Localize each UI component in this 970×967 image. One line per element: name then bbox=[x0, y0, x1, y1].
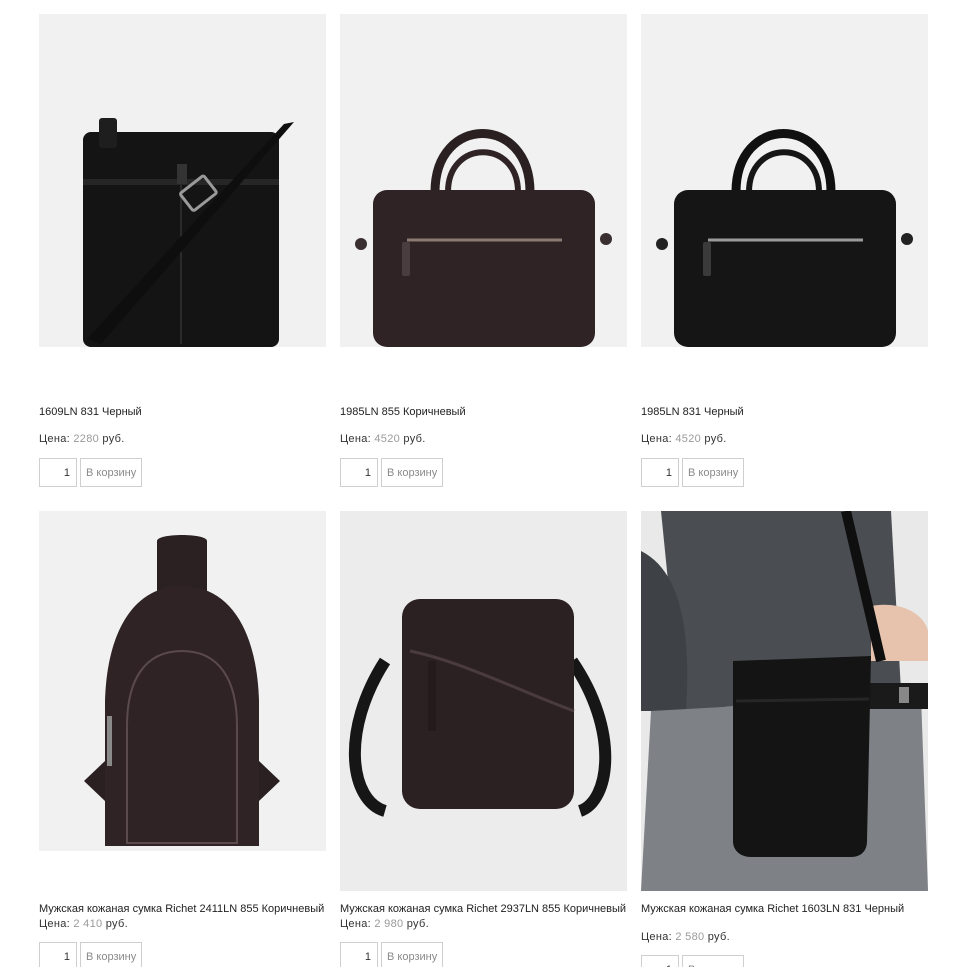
price-label: Цена: bbox=[641, 433, 673, 445]
price-value: 2 580 bbox=[675, 931, 705, 943]
bag-icon bbox=[641, 511, 928, 891]
product-card: 1985LN 831 Черный Цена: 4520 руб. В корз… bbox=[641, 14, 928, 487]
price-label: Цена: bbox=[39, 918, 71, 930]
product-card: Мужская кожаная сумка Richet 2411LN 855 … bbox=[39, 511, 326, 967]
product-title[interactable]: 1609LN 831 Черный bbox=[39, 406, 326, 419]
bag-icon bbox=[340, 511, 627, 891]
price: Цена: 2 980 руб. bbox=[340, 918, 627, 930]
price-label: Цена: bbox=[39, 433, 71, 445]
product-title[interactable]: 1985LN 855 Коричневый bbox=[340, 406, 627, 419]
add-to-cart-button[interactable]: В корзину bbox=[682, 955, 745, 967]
cart-controls: В корзину bbox=[340, 942, 627, 967]
product-image[interactable] bbox=[39, 511, 326, 891]
price-label: Цена: bbox=[641, 931, 673, 943]
bag-icon bbox=[340, 129, 627, 394]
quantity-input[interactable] bbox=[39, 458, 77, 487]
price-currency: руб. bbox=[406, 918, 429, 930]
product-image[interactable] bbox=[340, 511, 627, 891]
price: Цена: 4520 руб. bbox=[340, 433, 627, 445]
add-to-cart-button[interactable]: В корзину bbox=[381, 942, 444, 967]
price-currency: руб. bbox=[102, 433, 125, 445]
price: Цена: 2 580 руб. bbox=[641, 931, 928, 943]
quantity-input[interactable] bbox=[641, 458, 679, 487]
product-card: 1609LN 831 Черный Цена: 2280 руб. В корз… bbox=[39, 14, 326, 487]
cart-controls: В корзину bbox=[39, 942, 326, 967]
bag-icon bbox=[39, 535, 326, 891]
bag-icon bbox=[39, 118, 326, 394]
quantity-input[interactable] bbox=[39, 942, 77, 967]
product-image[interactable] bbox=[340, 14, 627, 394]
price-label: Цена: bbox=[340, 918, 372, 930]
price-currency: руб. bbox=[105, 918, 128, 930]
price-value: 4520 bbox=[374, 433, 401, 445]
product-card: Мужская кожаная сумка Richet 2937LN 855 … bbox=[340, 511, 627, 967]
product-title[interactable]: 1985LN 831 Черный bbox=[641, 406, 928, 419]
price-label: Цена: bbox=[340, 433, 372, 445]
bag-icon bbox=[641, 129, 928, 394]
cart-controls: В корзину bbox=[340, 458, 627, 487]
add-to-cart-button[interactable]: В корзину bbox=[381, 458, 444, 487]
quantity-input[interactable] bbox=[641, 955, 679, 967]
price-currency: руб. bbox=[707, 931, 730, 943]
product-card: 1985LN 855 Коричневый Цена: 4520 руб. В … bbox=[340, 14, 627, 487]
product-image[interactable] bbox=[641, 14, 928, 394]
cart-controls: В корзину bbox=[39, 458, 326, 487]
add-to-cart-button[interactable]: В корзину bbox=[682, 458, 745, 487]
quantity-input[interactable] bbox=[340, 458, 378, 487]
product-title[interactable]: Мужская кожаная сумка Richet 2411LN 855 … bbox=[39, 903, 326, 916]
price-currency: руб. bbox=[704, 433, 727, 445]
add-to-cart-button[interactable]: В корзину bbox=[80, 458, 143, 487]
add-to-cart-button[interactable]: В корзину bbox=[80, 942, 143, 967]
price-value: 2280 bbox=[73, 433, 100, 445]
price-value: 4520 bbox=[675, 433, 702, 445]
product-title[interactable]: Мужская кожаная сумка Richet 2937LN 855 … bbox=[340, 903, 627, 916]
price-currency: руб. bbox=[403, 433, 426, 445]
quantity-input[interactable] bbox=[340, 942, 378, 967]
price: Цена: 2 410 руб. bbox=[39, 918, 326, 930]
product-title[interactable]: Мужская кожаная сумка Richet 1603LN 831 … bbox=[641, 903, 928, 916]
price-value: 2 980 bbox=[374, 918, 404, 930]
product-image[interactable] bbox=[641, 511, 928, 891]
cart-controls: В корзину bbox=[641, 458, 928, 487]
price-value: 2 410 bbox=[73, 918, 103, 930]
price: Цена: 2280 руб. bbox=[39, 433, 326, 445]
price: Цена: 4520 руб. bbox=[641, 433, 928, 445]
product-card: Мужская кожаная сумка Richet 1603LN 831 … bbox=[641, 511, 928, 967]
cart-controls: В корзину bbox=[641, 955, 928, 967]
product-image[interactable] bbox=[39, 14, 326, 394]
